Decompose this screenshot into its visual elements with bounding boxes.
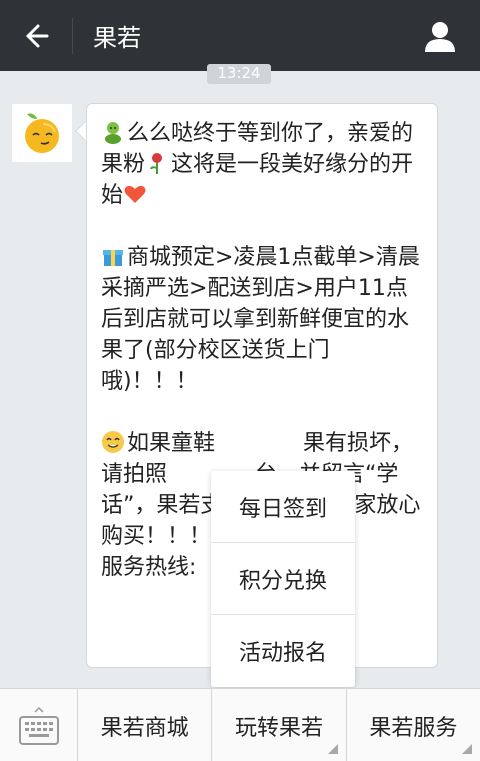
smile-icon xyxy=(102,431,124,453)
back-button[interactable] xyxy=(0,0,72,71)
avatar[interactable] xyxy=(12,104,72,162)
keyboard-icon xyxy=(18,706,59,745)
page-title: 果若 xyxy=(93,24,141,52)
message-paragraph: 商城预定>凌晨1点截单>清晨采摘严选>配送到店>用户11点后到店就可以拿到新鲜便… xyxy=(101,242,425,397)
hotline-label: 服务热线: xyxy=(101,555,197,580)
bottom-menu-bar: 果若商城 玩转果若 果若服务 xyxy=(0,688,480,761)
menu-label: 玩转果若 xyxy=(234,715,323,741)
heart-icon xyxy=(124,185,146,203)
menu-button-shop[interactable]: 果若商城 xyxy=(78,689,213,761)
popup-item-points-exchange[interactable]: 积分兑换 xyxy=(211,543,355,615)
green-figure-icon xyxy=(105,122,121,144)
header-bar: 果若 xyxy=(0,0,480,71)
message-paragraph: 么么哒终于等到你了，亲爱的果粉 这将是一段美好缘分的开始 xyxy=(101,118,425,211)
menu-button-service[interactable]: 果若服务 xyxy=(347,689,480,761)
keyboard-toggle-button[interactable] xyxy=(0,689,78,761)
orange-logo-icon xyxy=(25,113,59,153)
submenu-popup: 每日签到 积分兑换 活动报名 xyxy=(211,471,355,687)
menu-label: 果若商城 xyxy=(100,715,189,741)
message-text-3a: 如果童鞋 xyxy=(127,431,216,456)
gift-icon xyxy=(103,250,123,266)
submenu-indicator-icon xyxy=(327,744,338,754)
menu-label: 果若服务 xyxy=(369,715,458,741)
message-timestamp: 13:24 xyxy=(207,64,271,84)
submenu-indicator-icon xyxy=(461,744,472,754)
arrow-left-icon xyxy=(26,24,49,47)
menu-button-explore[interactable]: 玩转果若 xyxy=(212,689,347,761)
rose-icon xyxy=(150,153,163,174)
message-text-2: 商城预定>凌晨1点截单>清晨采摘严选>配送到店>用户11点后到店就可以拿到新鲜便… xyxy=(101,245,420,394)
popup-item-event-signup[interactable]: 活动报名 xyxy=(211,615,355,687)
popup-item-daily-checkin[interactable]: 每日签到 xyxy=(211,471,355,543)
profile-button[interactable] xyxy=(400,0,480,71)
person-icon xyxy=(425,21,455,52)
